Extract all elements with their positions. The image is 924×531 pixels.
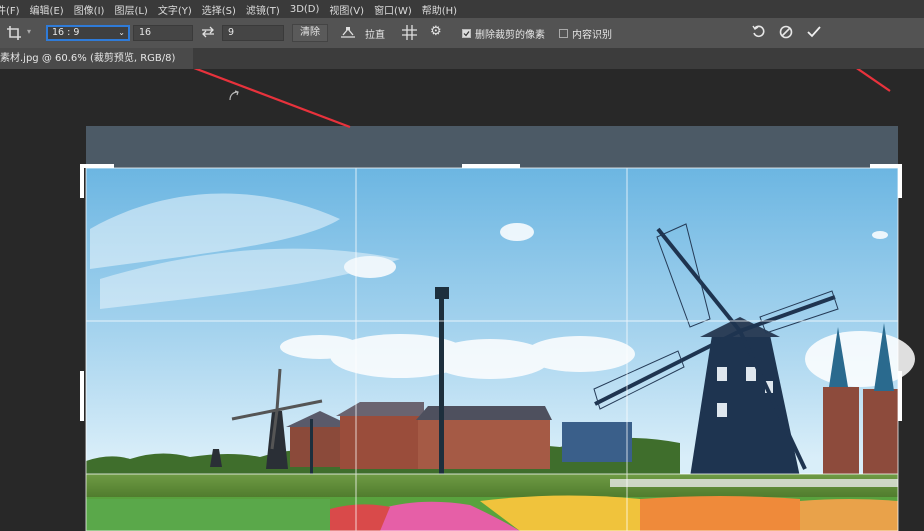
aspect-ratio-select[interactable]: 16 : 9 ⌄ xyxy=(46,25,130,41)
building xyxy=(418,419,550,469)
document-tab[interactable]: 素材.jpg @ 60.6% (裁剪预览, RGB/8) xyxy=(0,48,193,69)
chevron-down-icon: ⌄ xyxy=(118,28,125,37)
clear-button[interactable]: 清除 xyxy=(292,24,328,42)
clear-button-label: 清除 xyxy=(300,27,320,38)
building xyxy=(562,422,632,462)
menu-view[interactable]: 视图(V) xyxy=(324,2,369,17)
straighten-icon[interactable] xyxy=(340,25,356,43)
content-aware-label[interactable]: 内容识别 xyxy=(572,26,612,41)
document-tab-title: 素材.jpg @ 60.6% (裁剪预览, RGB/8) xyxy=(0,53,176,64)
menu-type[interactable]: 文字(Y) xyxy=(153,2,197,17)
aspect-ratio-value: 16 : 9 xyxy=(52,27,80,38)
lamp-post xyxy=(439,294,444,494)
building xyxy=(340,414,420,469)
menu-layer[interactable]: 图层(L) xyxy=(109,2,152,17)
document-tab-bar: 素材.jpg @ 60.6% (裁剪预览, RGB/8) xyxy=(0,48,924,69)
fence xyxy=(610,479,898,487)
cancel-icon[interactable] xyxy=(779,25,793,43)
straighten-label[interactable]: 拉直 xyxy=(365,26,385,41)
menu-edit[interactable]: 编辑(E) xyxy=(25,2,69,17)
menu-filter[interactable]: 滤镜(T) xyxy=(241,2,285,17)
menu-select[interactable]: 选择(S) xyxy=(197,2,241,17)
reset-icon[interactable] xyxy=(752,25,766,43)
delete-cropped-pixels-checkbox[interactable] xyxy=(462,29,471,38)
crop-height-input[interactable]: 9 xyxy=(222,25,284,41)
menu-file[interactable]: 件(F) xyxy=(0,2,25,17)
grid-overlay-icon[interactable] xyxy=(402,25,417,44)
menu-bar: 件(F) 编辑(E) 图像(I) 图层(L) 文字(Y) 选择(S) 滤镜(T)… xyxy=(0,0,924,18)
swap-icon[interactable] xyxy=(201,26,215,42)
document-canvas[interactable] xyxy=(0,69,924,531)
crop-width-input[interactable]: 16 xyxy=(133,25,193,41)
crop-icon[interactable] xyxy=(6,25,22,45)
menu-image[interactable]: 图像(I) xyxy=(69,2,110,17)
menu-3d[interactable]: 3D(D) xyxy=(285,4,325,15)
crop-height-value: 9 xyxy=(228,27,235,38)
content-aware-checkbox[interactable] xyxy=(559,29,568,38)
menu-window[interactable]: 窗口(W) xyxy=(369,2,417,17)
chevron-down-icon[interactable]: ▾ xyxy=(27,25,31,39)
canvas-area[interactable] xyxy=(0,69,924,531)
checkmark-icon[interactable] xyxy=(807,25,821,43)
menu-help[interactable]: 帮助(H) xyxy=(417,2,462,17)
crop-width-value: 16 xyxy=(139,27,152,38)
options-bar: ▾ 16 : 9 ⌄ 16 9 清除 拉直 ⚙ 删除裁剪的像素 内容识别 xyxy=(0,18,924,48)
delete-cropped-pixels-label[interactable]: 删除裁剪的像素 xyxy=(475,26,545,41)
annotation-arrow xyxy=(193,69,891,129)
outside-crop-area xyxy=(86,126,898,168)
gear-icon[interactable]: ⚙ xyxy=(430,25,442,39)
